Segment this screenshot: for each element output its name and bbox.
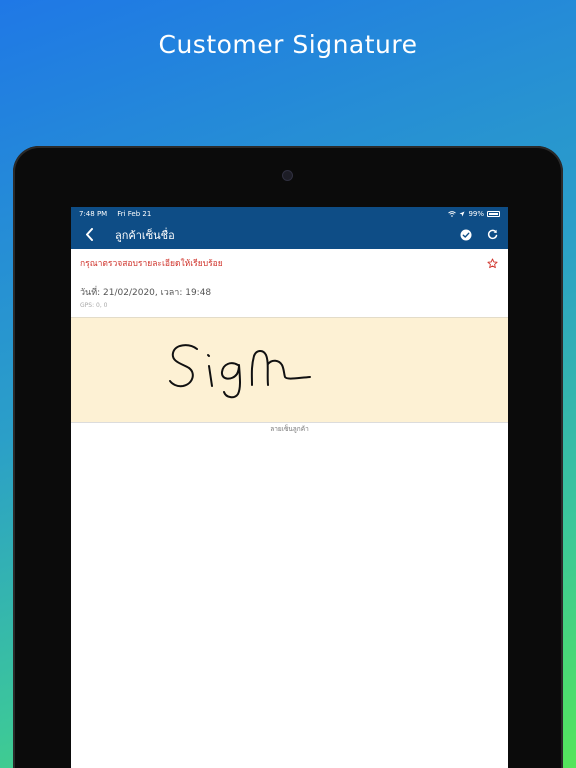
warning-row: กรุณาตรวจสอบรายละเอียดให้เรียบร้อย xyxy=(71,249,508,277)
confirm-button[interactable] xyxy=(458,227,474,243)
datetime-label: วันที่: 21/02/2020, เวลา: 19:48 xyxy=(80,288,212,298)
promo-screen: Customer Signature 7:48 PM Fri Feb 21 99… xyxy=(0,0,576,768)
wifi-icon xyxy=(448,210,457,217)
signature-pad[interactable] xyxy=(71,317,508,423)
camera-dot xyxy=(283,171,292,180)
back-button[interactable] xyxy=(79,225,99,245)
page-title: ลูกค้าเซ็นชื่อ xyxy=(115,228,175,242)
refresh-icon xyxy=(487,229,497,240)
status-time: 7:48 PM xyxy=(79,209,108,218)
signature-caption: ลายเซ็นลูกค้า xyxy=(270,425,309,433)
status-bar: 7:48 PM Fri Feb 21 99% xyxy=(71,207,508,220)
status-indicators: 99% xyxy=(448,210,500,218)
navigation-bar: ลูกค้าเซ็นชื่อ xyxy=(71,220,508,249)
favorite-button[interactable] xyxy=(485,256,499,270)
star-icon xyxy=(486,257,498,268)
warning-message: กรุณาตรวจสอบรายละเอียดให้เรียบร้อย xyxy=(80,259,223,269)
promo-title: Customer Signature xyxy=(158,30,418,59)
app-screen: 7:48 PM Fri Feb 21 99% ลูกค้าเซ็นชื่อ กร… xyxy=(71,207,508,768)
check-circle-icon xyxy=(460,229,472,240)
gps-label: GPS: 0, 0 xyxy=(80,302,108,309)
battery-icon xyxy=(487,210,500,217)
location-icon xyxy=(459,211,465,216)
battery-percent: 99% xyxy=(468,209,484,218)
status-date: Fri Feb 21 xyxy=(117,209,152,218)
refresh-button[interactable] xyxy=(484,227,500,243)
signature-stroke xyxy=(169,344,311,399)
nav-actions xyxy=(458,227,500,243)
chevron-left-icon xyxy=(85,228,93,241)
